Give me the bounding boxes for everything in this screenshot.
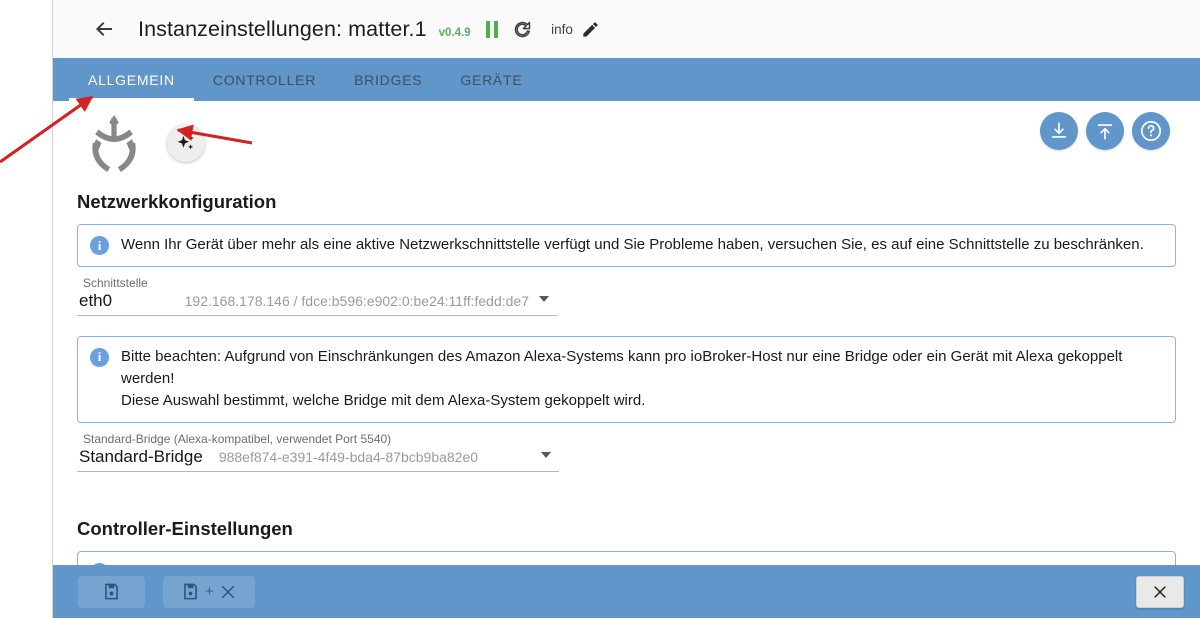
info-link[interactable]: info <box>551 22 573 37</box>
close-x-icon <box>1154 585 1166 598</box>
network-info-banner: i Wenn Ihr Gerät über mehr als eine akti… <box>77 224 1176 267</box>
close-x-icon <box>221 585 234 598</box>
alexa-banner-line-2: Diese Auswahl bestimmt, welche Bridge mi… <box>121 391 646 409</box>
default-bridge-select[interactable]: Standard-Bridge (Alexa-kompatibel, verwe… <box>77 432 559 472</box>
save-floppy-icon <box>105 583 118 600</box>
save-button[interactable] <box>78 575 145 608</box>
save-floppy-icon <box>184 583 197 600</box>
alexa-info-banner-text: Bitte beachten: Aufgrund von Einschränku… <box>121 346 1163 412</box>
section-title-controller: Controller-Einstellungen <box>77 517 293 539</box>
save-and-close-button[interactable]: + <box>163 575 255 608</box>
chevron-down-icon[interactable] <box>539 295 549 302</box>
default-bridge-hint: 988ef874-e391-4f49-bda4-87bcb9ba82e0 <box>218 448 479 465</box>
tab-bar: ALLGEMEIN CONTROLLER BRIDGES GERÄTE <box>53 58 1200 101</box>
download-icon[interactable] <box>1040 112 1078 150</box>
interface-select-value: eth0 <box>79 290 113 310</box>
refresh-icon[interactable] <box>512 19 533 40</box>
default-bridge-label: Standard-Bridge (Alexa-kompatibel, verwe… <box>83 431 392 446</box>
section-title-network: Netzwerkkonfiguration <box>77 191 277 212</box>
pause-icon[interactable] <box>485 20 499 38</box>
dialog-bottom-toolbar: + <box>53 565 1200 618</box>
upload-icon[interactable] <box>1086 112 1124 150</box>
controller-info-banner: i Das hier festgelegte Label wird als La… <box>77 550 1176 565</box>
tab-controller[interactable]: CONTROLLER <box>194 58 335 101</box>
page-left-gutter <box>0 0 52 618</box>
tab-geraete[interactable]: GERÄTE <box>441 58 541 101</box>
tab-allgemein[interactable]: ALLGEMEIN <box>69 58 194 101</box>
logo-row <box>67 101 1186 185</box>
edit-pencil-icon[interactable] <box>581 20 600 39</box>
dialog-titlebar: Instanzeinstellungen: matter.1 v0.4.9 in… <box>53 0 1200 58</box>
dialog-content: Netzwerkkonfiguration i Wenn Ihr Gerät ü… <box>53 101 1200 565</box>
default-bridge-box[interactable]: Standard-Bridge 988ef874-e391-4f49-bda4-… <box>77 447 559 472</box>
help-icon[interactable] <box>1132 112 1170 150</box>
chevron-down-icon[interactable] <box>541 451 551 458</box>
network-info-banner-text: Wenn Ihr Gerät über mehr als eine aktive… <box>121 236 1144 253</box>
interface-select-hint: 192.168.178.146 / fdce:b596:e902:0:be24:… <box>184 292 529 309</box>
instance-settings-dialog: Instanzeinstellungen: matter.1 v0.4.9 in… <box>52 0 1200 618</box>
interface-select-box[interactable]: eth0 192.168.178.146 / fdce:b596:e902:0:… <box>77 291 557 316</box>
info-circle-icon: i <box>90 347 109 367</box>
interface-select[interactable]: Schnittstelle eth0 192.168.178.146 / fdc… <box>77 276 557 316</box>
round-action-buttons <box>1040 112 1170 150</box>
default-bridge-value: Standard-Bridge <box>79 446 203 466</box>
alexa-banner-line-1: Bitte beachten: Aufgrund von Einschränku… <box>121 347 1123 387</box>
tab-bridges[interactable]: BRIDGES <box>335 58 441 101</box>
page-title: Instanzeinstellungen: matter.1 <box>138 16 427 41</box>
sparkle-icon[interactable] <box>167 124 205 162</box>
screenshot-root: Instanzeinstellungen: matter.1 v0.4.9 in… <box>0 0 1200 618</box>
info-circle-icon: i <box>90 236 109 255</box>
back-arrow-icon[interactable] <box>91 16 117 42</box>
version-badge: v0.4.9 <box>438 27 471 39</box>
close-dialog-button[interactable] <box>1136 575 1184 608</box>
plus-sign: + <box>205 583 214 600</box>
alexa-info-banner: i Bitte beachten: Aufgrund von Einschrän… <box>77 335 1176 423</box>
interface-select-label: Schnittstelle <box>83 275 148 290</box>
matter-logo-icon <box>85 113 143 173</box>
